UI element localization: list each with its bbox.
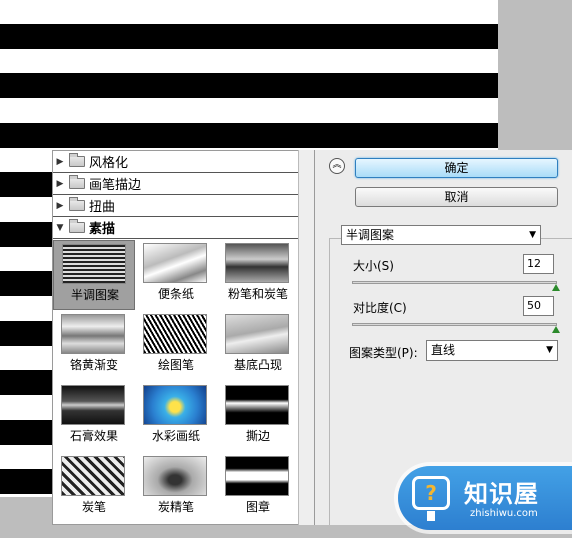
thumbnail-label: 撕边 [245, 429, 270, 443]
thumbnail [225, 243, 289, 283]
size-label: 大小(S) [353, 259, 394, 273]
thumbnail [225, 385, 289, 425]
category-sketch[interactable]: ▼ 素描 [53, 217, 299, 239]
thumbnail [61, 314, 125, 354]
thumbnail [62, 244, 126, 284]
filter-bas-relief[interactable]: 基底凸现 [217, 311, 299, 381]
thumbnail-label: 粉笔和炭笔 [227, 287, 288, 301]
contrast-input[interactable]: 50 [523, 296, 554, 316]
monitor-stand [427, 511, 435, 521]
filter-conte-crayon[interactable]: 炭精笔 [135, 453, 217, 523]
chevron-down-icon: ▼ [546, 345, 553, 355]
category-stylize[interactable]: ▶ 风格化 [53, 151, 299, 173]
filter-chalk-charcoal[interactable]: 粉笔和炭笔 [217, 240, 299, 310]
thumbnail-label: 半调图案 [70, 288, 119, 302]
question-mark-icon: ? [425, 481, 437, 505]
folder-icon [69, 175, 85, 189]
filter-halftone-pattern[interactable]: 半调图案 [53, 240, 135, 310]
thumbnail [61, 456, 125, 496]
thumbnail-label: 炭笔 [81, 500, 106, 514]
thumbnail-label: 水彩画纸 [151, 429, 200, 443]
thumbnail-label: 基底凸现 [233, 358, 282, 372]
watermark-url: zhishiwu.com [470, 508, 538, 519]
triangle-right-icon: ▶ [56, 200, 64, 211]
filter-stamp[interactable]: 图章 [217, 453, 299, 523]
contrast-label: 对比度(C) [353, 301, 407, 315]
thumbnail-label: 铬黄渐变 [69, 358, 118, 372]
pattern-type-select[interactable]: 直线 ▼ [426, 340, 558, 361]
category-distort[interactable]: ▶ 扭曲 [53, 195, 299, 217]
thumbnail-label: 石膏效果 [69, 429, 118, 443]
gallery-scrollbar[interactable] [298, 150, 314, 525]
folder-icon [69, 153, 85, 167]
thumbnail [143, 314, 207, 354]
folder-icon [69, 219, 85, 233]
size-input[interactable]: 12 [523, 254, 554, 274]
filter-select-value: 半调图案 [346, 228, 395, 242]
triangle-right-icon: ▶ [56, 178, 64, 189]
thumbnail-label: 图章 [245, 500, 270, 514]
category-label: 扭曲 [89, 200, 116, 215]
thumbnail-label: 炭精笔 [157, 500, 194, 514]
stripe [0, 73, 498, 98]
filter-note-paper[interactable]: 便条纸 [135, 240, 217, 310]
category-brush-strokes[interactable]: ▶ 画笔描边 [53, 173, 299, 195]
filter-graphic-pen[interactable]: 绘图笔 [135, 311, 217, 381]
triangle-down-icon: ▼ [56, 222, 64, 233]
cancel-button[interactable]: 取消 [355, 187, 558, 207]
thumbnail-label: 便条纸 [157, 287, 194, 301]
category-label: 风格化 [89, 156, 129, 171]
monitor-question-icon: ? [412, 476, 450, 521]
thumbnail [143, 385, 207, 425]
contrast-slider[interactable] [352, 323, 560, 333]
workspace-background [498, 0, 572, 150]
pattern-type-label: 图案类型(P): [349, 346, 418, 360]
ok-button[interactable]: 确定 [355, 158, 558, 178]
thumbnail [61, 385, 125, 425]
thumbnail [143, 456, 207, 496]
category-label: 素描 [89, 222, 116, 237]
size-slider-knob[interactable] [552, 284, 560, 291]
category-label: 画笔描边 [89, 178, 142, 193]
filter-select[interactable]: 半调图案 ▼ [341, 225, 541, 245]
filter-plaster[interactable]: 石膏效果 [53, 382, 135, 452]
thumbnail [225, 314, 289, 354]
contrast-slider-knob[interactable] [552, 326, 560, 333]
folder-icon [69, 197, 85, 211]
watermark-title: 知识屋 [464, 480, 539, 508]
triangle-right-icon: ▶ [56, 156, 64, 167]
stripe [0, 24, 498, 49]
double-chevron-up-icon[interactable]: ︽ [329, 158, 345, 174]
thumbnail [225, 456, 289, 496]
chevron-down-icon: ▼ [529, 230, 536, 240]
pattern-type-value: 直线 [431, 343, 456, 357]
filter-chrome[interactable]: 铬黄渐变 [53, 311, 135, 381]
filter-charcoal[interactable]: 炭笔 [53, 453, 135, 523]
thumbnail [143, 243, 207, 283]
thumbnail-label: 绘图笔 [157, 358, 194, 372]
stripe [0, 123, 498, 148]
watermark-logo: ? 知识屋 zhishiwu.com [398, 466, 572, 530]
filter-water-paper[interactable]: 水彩画纸 [135, 382, 217, 452]
filter-torn-edges[interactable]: 撕边 [217, 382, 299, 452]
filter-gallery: ▶ 风格化 ▶ 画笔描边 ▶ 扭曲 ▼ 素描 半调图案 便条纸 粉笔和炭笔 铬黄… [52, 150, 314, 525]
size-slider[interactable] [352, 281, 560, 291]
